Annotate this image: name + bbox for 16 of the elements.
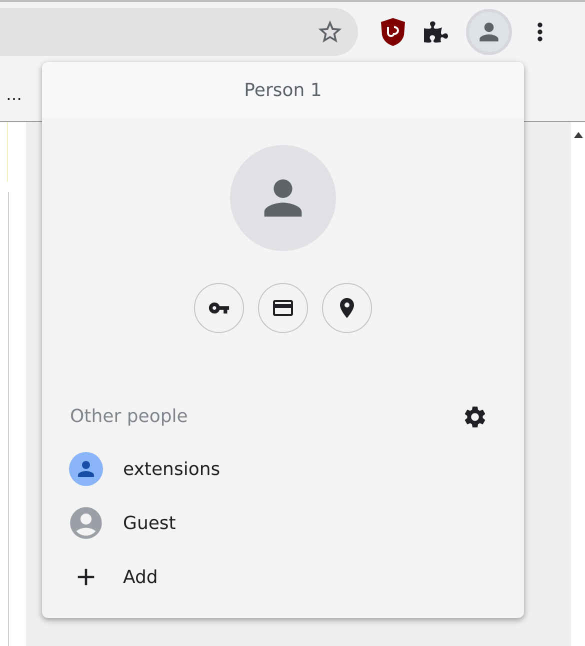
- profile-item[interactable]: Add: [69, 560, 489, 594]
- profile-name: Person 1: [244, 78, 322, 102]
- profile-item[interactable]: Guest: [69, 506, 489, 540]
- puzzle-piece-icon[interactable]: [424, 20, 448, 44]
- profile-avatar-icon: [69, 452, 103, 486]
- guest-avatar-icon: [67, 504, 105, 542]
- profile-button[interactable]: [466, 9, 512, 55]
- section-heading: Other people: [70, 405, 188, 429]
- profile-item[interactable]: extensions: [69, 452, 489, 486]
- scroll-up-arrow-icon[interactable]: [574, 132, 582, 138]
- passwords-button[interactable]: [194, 283, 244, 333]
- payment-methods-button[interactable]: [258, 283, 308, 333]
- bookmarks-overflow[interactable]: …: [6, 83, 22, 107]
- addresses-button[interactable]: [322, 283, 372, 333]
- settings-icon[interactable]: [462, 404, 488, 430]
- shield-icon[interactable]: [380, 17, 406, 47]
